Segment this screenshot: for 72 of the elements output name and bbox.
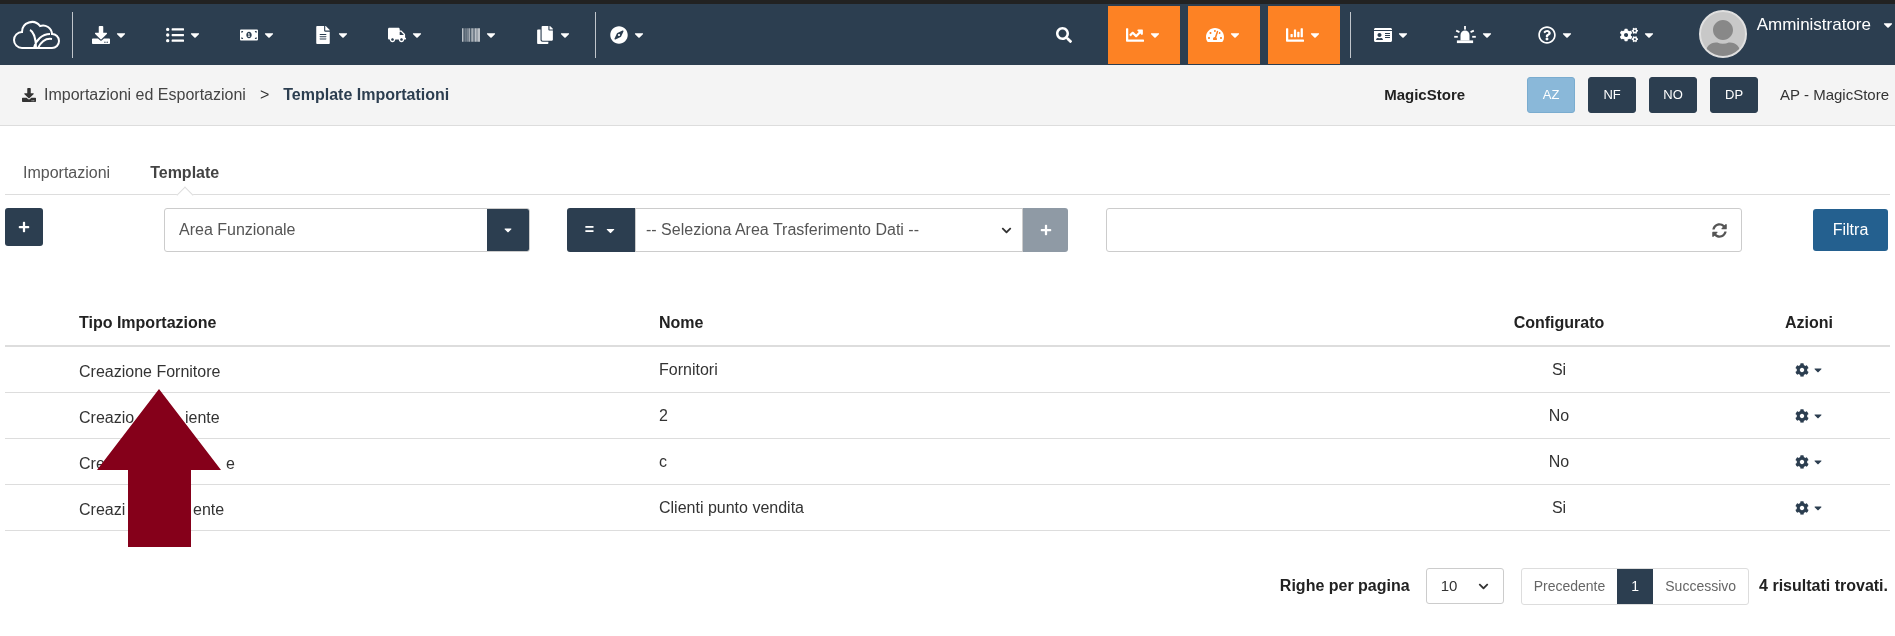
table-cell-text: Clienti punto vendita xyxy=(659,497,805,518)
page-size-select[interactable]: 10 xyxy=(1425,568,1504,604)
breadcrumb-link[interactable]: Importazioni ed Esportazioni xyxy=(44,83,246,107)
table-cell-text: Si xyxy=(1550,359,1568,380)
id-card-icon xyxy=(1373,25,1392,44)
company-toggle[interactable]: NO xyxy=(1649,77,1698,113)
table-cell-text: 2 xyxy=(659,405,669,426)
gauge-icon xyxy=(1205,25,1224,44)
table-cell-text: No xyxy=(1547,405,1571,426)
operator-button[interactable]: = xyxy=(567,208,635,252)
gear-icon xyxy=(1794,500,1809,515)
filter-button[interactable]: Filtra xyxy=(1813,209,1888,251)
search-icon xyxy=(1055,26,1072,43)
download-icon xyxy=(22,88,36,102)
plus-icon xyxy=(1039,224,1052,236)
nav-menu-button[interactable] xyxy=(1267,5,1340,64)
transfer-area-select[interactable]: -- Seleziona Area Trasferimento Dati -- xyxy=(635,208,1023,252)
rows-per-page-label: Righe per pagina xyxy=(1279,576,1410,596)
tab[interactable]: Importazioni xyxy=(23,150,111,195)
nav-menu-button[interactable] xyxy=(1187,5,1260,64)
list-icon xyxy=(166,25,184,44)
column-header: Nome xyxy=(659,312,705,333)
table-cell-text: ente xyxy=(193,499,225,520)
refresh-icon xyxy=(1712,222,1727,238)
document-icon xyxy=(314,25,332,44)
nav-menu-button[interactable] xyxy=(1107,5,1180,64)
column-header: Azioni xyxy=(1784,312,1834,333)
table-cell-text: Creazi xyxy=(79,499,126,520)
table-cell-text: e xyxy=(226,453,235,474)
plus-icon xyxy=(18,221,30,233)
copy-icon xyxy=(536,25,554,44)
next-page-button[interactable]: Successivo xyxy=(1653,568,1749,604)
help-icon xyxy=(1537,25,1556,44)
table-cell-text: c xyxy=(659,451,668,472)
column-header: Configurato xyxy=(1512,312,1606,333)
search-field[interactable] xyxy=(1106,208,1742,252)
tab[interactable]: Template xyxy=(150,150,220,195)
store-name: AP - MagicStore xyxy=(1780,84,1889,105)
actions-menu-button[interactable] xyxy=(1794,454,1824,469)
actions-menu-button[interactable] xyxy=(1794,500,1824,515)
column-header: Tipo Importazione xyxy=(79,312,218,333)
siren-icon xyxy=(1453,25,1476,44)
user-name[interactable]: Amministratore xyxy=(1756,11,1871,37)
previous-page-button[interactable]: Precedente xyxy=(1521,568,1618,604)
table-cell-text: No xyxy=(1547,451,1571,472)
cloud-logo-icon xyxy=(12,19,60,50)
line-chart-icon xyxy=(1125,25,1144,44)
add-button[interactable] xyxy=(5,208,43,246)
table-cell-text: Fornitori xyxy=(659,359,719,380)
gear-icon xyxy=(1794,362,1809,377)
table-cell-text: Creazio xyxy=(79,407,135,428)
company-toggle[interactable]: DP xyxy=(1710,77,1759,113)
download-icon xyxy=(92,25,110,44)
company-name: MagicStore xyxy=(1384,84,1466,105)
gears-icon xyxy=(1619,25,1638,44)
compass-icon xyxy=(610,25,628,44)
area-select[interactable]: Area Funzionale xyxy=(164,208,530,252)
barcode-icon xyxy=(462,25,480,44)
table-cell-text: Creazione Fornitore xyxy=(79,361,221,382)
breadcrumb-separator: > xyxy=(259,85,270,105)
table-cell-text: iente xyxy=(185,407,220,428)
breadcrumb-current: Template Importationi xyxy=(283,85,450,105)
actions-menu-button[interactable] xyxy=(1794,362,1824,377)
actions-menu-button[interactable] xyxy=(1794,408,1824,423)
company-toggle[interactable]: NF xyxy=(1588,77,1637,113)
gear-icon xyxy=(1794,454,1809,469)
gear-icon xyxy=(1794,408,1809,423)
table-cell-text: Si xyxy=(1550,497,1568,518)
truck-icon xyxy=(388,25,406,44)
results-count: 4 risultati trovati. xyxy=(1759,576,1888,596)
page-button[interactable]: 1 xyxy=(1617,568,1654,604)
bar-chart-icon xyxy=(1285,25,1304,44)
